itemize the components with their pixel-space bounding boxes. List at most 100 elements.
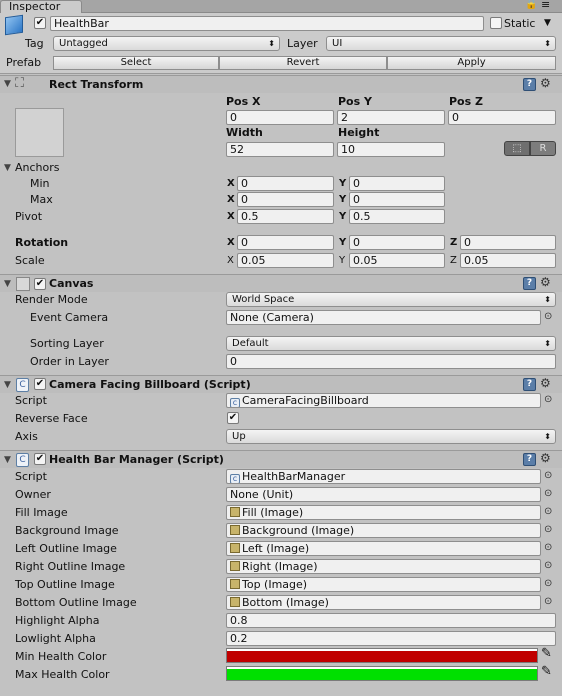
reverse-face-label: Reverse Face <box>15 412 88 425</box>
tab-inspector[interactable]: Inspector <box>0 0 82 13</box>
order-in-layer-input[interactable]: 0 <box>226 354 556 369</box>
min-health-color-swatch[interactable] <box>226 648 538 663</box>
tag-dropdown[interactable]: Untagged ⬍ <box>53 36 280 51</box>
manager-collapse-icon[interactable]: ▼ <box>4 455 11 465</box>
image-icon <box>230 561 240 571</box>
rect-collapse-icon[interactable]: ▼ <box>4 79 11 89</box>
billboard-enabled-checkbox[interactable]: ✔ <box>34 378 46 390</box>
static-dropdown-icon[interactable]: ▼ <box>544 18 551 28</box>
billboard-help-icon[interactable]: ? <box>523 378 536 391</box>
pivot-x-input[interactable]: 0.5 <box>237 209 334 224</box>
bottom-outline-field[interactable]: Bottom (Image) <box>226 595 541 610</box>
anchor-max-x-input[interactable]: 0 <box>237 192 334 207</box>
max-health-color-swatch[interactable] <box>226 666 538 681</box>
rotation-y-input[interactable]: 0 <box>349 235 445 250</box>
prefab-apply-button[interactable]: Apply <box>387 56 556 70</box>
manager-help-icon[interactable]: ? <box>523 453 536 466</box>
background-image-field[interactable]: Background (Image) <box>226 523 541 538</box>
image-icon <box>230 597 240 607</box>
anchor-min-x-input[interactable]: 0 <box>237 176 334 191</box>
billboard-script-picker-icon[interactable]: ⊙ <box>544 394 552 405</box>
image-icon <box>230 579 240 589</box>
bottom-outline-picker-icon[interactable]: ⊙ <box>544 596 552 607</box>
canvas-help-icon[interactable]: ? <box>523 277 536 290</box>
width-input[interactable]: 52 <box>226 142 334 157</box>
manager-gear-icon[interactable]: ⚙ <box>540 451 551 465</box>
event-camera-label: Event Camera <box>30 311 109 324</box>
scale-x-label: X <box>227 255 234 266</box>
manager-script-field[interactable]: c HealthBarManager <box>226 469 541 484</box>
min-color-eyedropper-icon[interactable]: ✎ <box>541 646 552 661</box>
canvas-gear-icon[interactable]: ⚙ <box>540 275 551 289</box>
rect-help-icon[interactable]: ? <box>523 78 536 91</box>
static-checkbox[interactable] <box>490 17 502 29</box>
static-label: Static <box>504 17 536 30</box>
raw-edit-button[interactable]: R <box>530 141 556 156</box>
billboard-gear-icon[interactable]: ⚙ <box>540 376 551 390</box>
top-outline-picker-icon[interactable]: ⊙ <box>544 578 552 589</box>
lowlight-alpha-input[interactable]: 0.2 <box>226 631 556 646</box>
scale-y-input[interactable]: 0.05 <box>349 253 445 268</box>
axis-dropdown[interactable]: Up ⬍ <box>226 429 556 444</box>
gameobject-active-checkbox[interactable]: ✔ <box>34 17 46 29</box>
menu-icon[interactable]: ≡ <box>541 0 550 11</box>
canvas-collapse-icon[interactable]: ▼ <box>4 279 11 289</box>
lock-icon[interactable]: 🔒 <box>525 0 537 10</box>
owner-field[interactable]: None (Unit) <box>226 487 541 502</box>
scale-z-input[interactable]: 0.05 <box>460 253 556 268</box>
anchors-collapse-icon[interactable]: ▼ <box>4 163 11 173</box>
fill-image-picker-icon[interactable]: ⊙ <box>544 506 552 517</box>
anchor-min-y-input[interactable]: 0 <box>349 176 445 191</box>
min-x-label: X <box>227 178 235 189</box>
prefab-revert-button[interactable]: Revert <box>219 56 387 70</box>
fill-image-value: Fill (Image) <box>242 506 304 519</box>
anchor-min-label: Min <box>30 177 50 190</box>
gameobject-name-input[interactable]: HealthBar <box>50 16 484 31</box>
pivot-y-input[interactable]: 0.5 <box>349 209 445 224</box>
height-input[interactable]: 10 <box>337 142 445 157</box>
sorting-layer-dropdown[interactable]: Default ⬍ <box>226 336 556 351</box>
rect-gear-icon[interactable]: ⚙ <box>540 76 551 90</box>
manager-enabled-checkbox[interactable]: ✔ <box>34 453 46 465</box>
posy-input[interactable]: 2 <box>337 110 445 125</box>
background-image-picker-icon[interactable]: ⊙ <box>544 524 552 535</box>
posx-input[interactable]: 0 <box>226 110 334 125</box>
posz-label: Pos Z <box>449 95 483 108</box>
fill-image-field[interactable]: Fill (Image) <box>226 505 541 520</box>
manager-script-picker-icon[interactable]: ⊙ <box>544 470 552 481</box>
top-outline-field[interactable]: Top (Image) <box>226 577 541 592</box>
height-label: Height <box>338 126 380 139</box>
billboard-script-icon: C <box>16 378 29 392</box>
blueprint-mode-button[interactable]: ⬚ <box>504 141 530 156</box>
anchor-presets-button[interactable] <box>15 108 64 157</box>
rotation-z-input[interactable]: 0 <box>460 235 556 250</box>
prefab-select-button[interactable]: Select <box>53 56 219 70</box>
sorting-layer-chevron-icon: ⬍ <box>544 339 551 348</box>
layer-dropdown[interactable]: UI ⬍ <box>326 36 556 51</box>
scale-x-input[interactable]: 0.05 <box>237 253 334 268</box>
highlight-alpha-input[interactable]: 0.8 <box>226 613 556 628</box>
owner-picker-icon[interactable]: ⊙ <box>544 488 552 499</box>
rot-y-label: Y <box>339 237 347 248</box>
reverse-face-checkbox[interactable]: ✔ <box>227 412 239 424</box>
left-outline-picker-icon[interactable]: ⊙ <box>544 542 552 553</box>
top-outline-value: Top (Image) <box>242 578 308 591</box>
image-icon <box>230 543 240 553</box>
max-color-eyedropper-icon[interactable]: ✎ <box>541 664 552 679</box>
tag-chevron-icon: ⬍ <box>268 39 275 48</box>
left-outline-field[interactable]: Left (Image) <box>226 541 541 556</box>
event-camera-picker-icon[interactable]: ⊙ <box>544 311 552 322</box>
rotation-x-input[interactable]: 0 <box>237 235 334 250</box>
right-outline-field[interactable]: Right (Image) <box>226 559 541 574</box>
event-camera-field[interactable]: None (Camera) <box>226 310 541 325</box>
billboard-collapse-icon[interactable]: ▼ <box>4 380 11 390</box>
posy-label: Pos Y <box>338 95 372 108</box>
anchor-max-y-input[interactable]: 0 <box>349 192 445 207</box>
render-mode-dropdown[interactable]: World Space ⬍ <box>226 292 556 307</box>
bottom-outline-label: Bottom Outline Image <box>15 596 137 609</box>
canvas-enabled-checkbox[interactable]: ✔ <box>34 278 46 290</box>
posz-input[interactable]: 0 <box>448 110 556 125</box>
billboard-script-field[interactable]: c CameraFacingBillboard <box>226 393 541 408</box>
max-x-label: X <box>227 194 235 205</box>
right-outline-picker-icon[interactable]: ⊙ <box>544 560 552 571</box>
